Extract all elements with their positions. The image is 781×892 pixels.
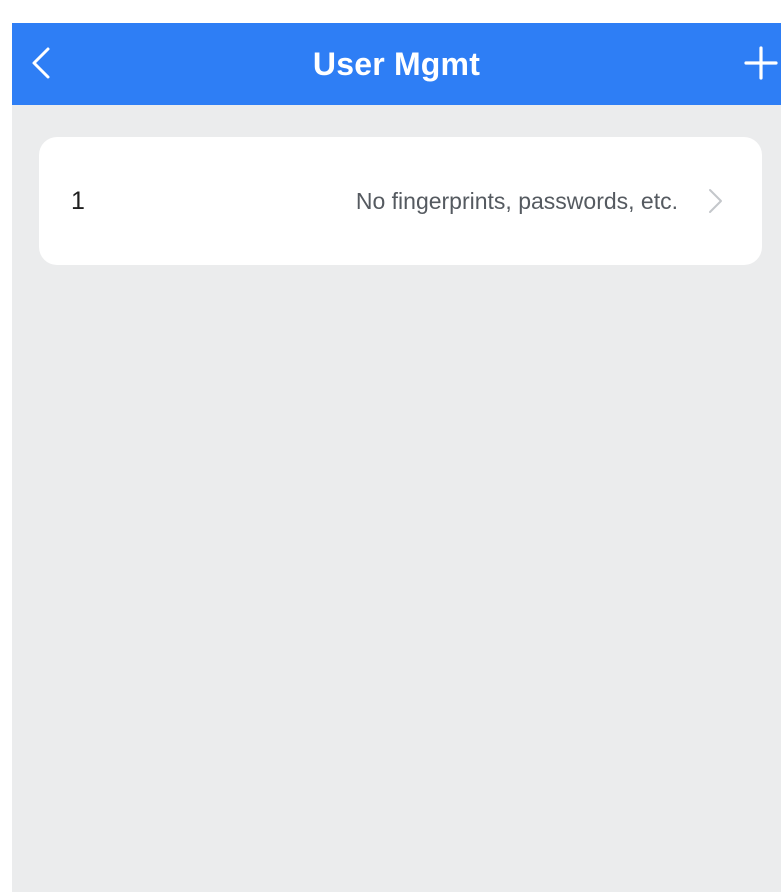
page-title: User Mgmt — [312, 46, 481, 82]
user-list: 1 No fingerprints, passwords, etc. — [39, 137, 762, 265]
app-bar: User Mgmt — [12, 23, 781, 105]
add-user-button[interactable] — [729, 37, 781, 89]
user-management-screen: User Mgmt 1 No fingerprints, passwords, … — [12, 23, 781, 892]
plus-icon — [744, 46, 778, 80]
chevron-right-icon — [709, 189, 722, 213]
user-id: 1 — [71, 187, 85, 215]
user-status-text: No fingerprints, passwords, etc. — [355, 188, 678, 214]
user-list-item[interactable]: 1 No fingerprints, passwords, etc. — [39, 137, 762, 265]
